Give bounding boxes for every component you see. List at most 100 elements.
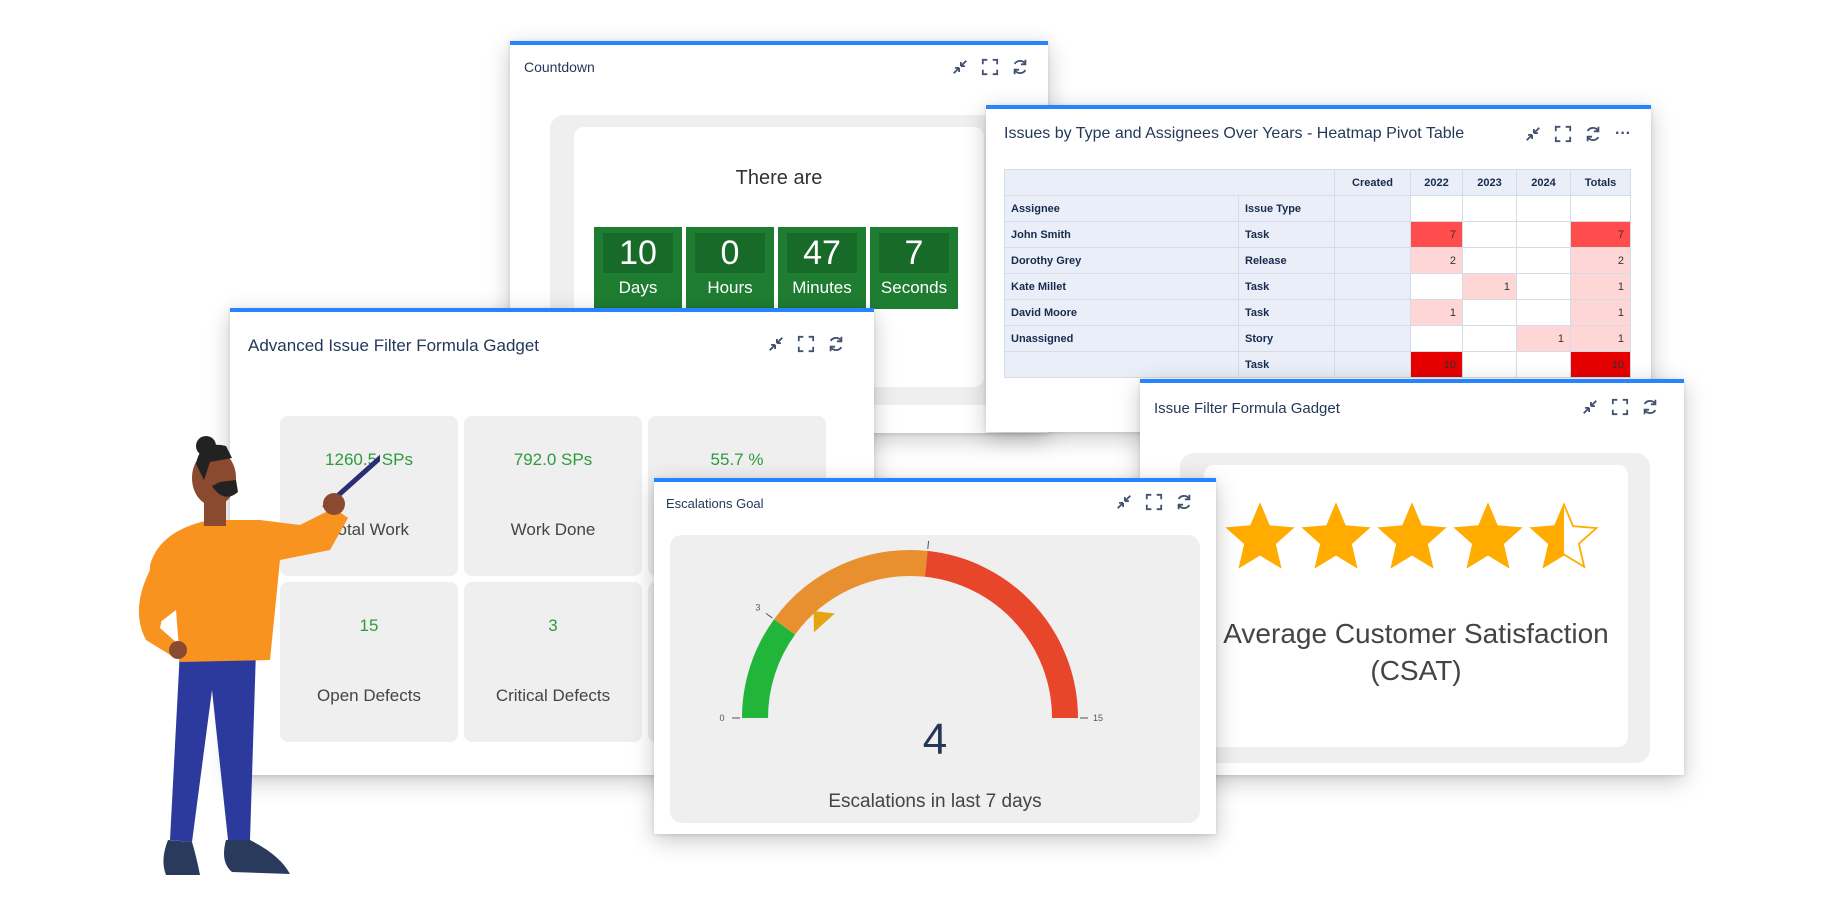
cell-year-count [1410, 325, 1463, 352]
countdown-unit: Days [618, 278, 658, 297]
cell-total: 7 [1570, 221, 1631, 248]
gauge-tick-label: 3 [755, 602, 760, 612]
cell-total: 10 [1570, 351, 1631, 378]
refresh-icon[interactable] [1640, 397, 1660, 417]
header-assignee: Assignee [1004, 195, 1239, 222]
fullscreen-icon[interactable] [1144, 492, 1164, 512]
gadget-title: Issue Filter Formula Gadget [1154, 400, 1340, 417]
csat-caption: Average Customer Satisfaction (CSAT) [1204, 615, 1628, 689]
csat-line-1: Average Customer Satisfaction [1223, 618, 1609, 649]
star-icon [1529, 502, 1599, 569]
fullscreen-icon[interactable] [1610, 397, 1630, 417]
countdown-lead: There are [735, 167, 823, 189]
cell-issue-type: Task [1238, 299, 1335, 326]
gadget-title: Advanced Issue Filter Formula Gadget [248, 336, 540, 355]
header-issue-type: Issue Type [1238, 195, 1335, 222]
countdown-unit: Minutes [792, 278, 852, 297]
gauge-tick-mark [927, 540, 930, 549]
gauge-tick-mark [765, 612, 773, 619]
cell-year-count [1516, 221, 1571, 248]
refresh-icon[interactable] [1010, 57, 1030, 77]
gauge-band-red [924, 550, 1078, 719]
refresh-icon[interactable] [1583, 124, 1603, 144]
cell-year-count: 2 [1410, 247, 1463, 274]
cell-issue-type: Story [1238, 325, 1335, 352]
cell-year-count [1462, 221, 1517, 248]
cell-total: 2 [1570, 247, 1631, 274]
tile-critical-defects: 3 Critical Defects [464, 582, 642, 742]
cell-year-count [1516, 247, 1571, 274]
countdown-boxes: 10 Days 0 Hours 47 Minutes 7 Seconds [594, 227, 958, 309]
tile-value: 55.7 % [710, 450, 764, 469]
pivot-spacer [1334, 195, 1411, 222]
cell-year-count [1462, 325, 1517, 352]
gauge-band-orange [774, 550, 928, 635]
gauge-band-green [742, 619, 796, 719]
cell-issue-type: Release [1238, 247, 1335, 274]
gauge-tick-label: 8 [927, 535, 932, 536]
pivot-corner [1004, 169, 1335, 196]
escalations-goal-gadget: Escalations Goal 03815 4 Escalations in … [654, 478, 1216, 834]
cell-spacer [1334, 351, 1411, 378]
cell-assignee: John Smith [1004, 221, 1239, 248]
table-row: John Smith Task 7 7 [1004, 221, 1631, 248]
issue-filter-formula-gadget: Issue Filter Formula Gadget Average Cust… [1140, 379, 1684, 775]
fullscreen-icon[interactable] [1553, 124, 1573, 144]
cell-year-count: 1 [1516, 325, 1571, 352]
cell-year-count [1516, 273, 1571, 300]
cell-spacer [1334, 247, 1411, 274]
cell-year-count: 1 [1462, 273, 1517, 300]
table-row: David Moore Task 1 1 [1004, 299, 1631, 326]
tile-label: Work Done [510, 520, 596, 539]
table-row: Dorothy Grey Release 2 2 [1004, 247, 1631, 274]
tile-label: Critical Defects [495, 686, 611, 705]
collapse-icon[interactable] [950, 57, 970, 77]
collapse-icon[interactable] [1580, 397, 1600, 417]
collapse-icon[interactable] [766, 334, 786, 354]
countdown-minutes: 47 Minutes [778, 227, 866, 309]
cell-year-count [1516, 299, 1571, 326]
gadget-title: Escalations Goal [666, 496, 764, 511]
fullscreen-icon[interactable] [796, 334, 816, 354]
countdown-value: 47 [787, 233, 857, 273]
pivot-spacer [1516, 195, 1571, 222]
countdown-days: 10 Days [594, 227, 682, 309]
tile-work-done: 792.0 SPs Work Done [464, 416, 642, 576]
table-row: Kate Millet Task 1 1 [1004, 273, 1631, 300]
countdown-seconds: 7 Seconds [870, 227, 958, 309]
cell-year-count [1462, 247, 1517, 274]
presenter-illustration [138, 436, 380, 875]
cell-spacer [1334, 221, 1411, 248]
tile-value: 3 [548, 616, 558, 635]
refresh-icon[interactable] [1174, 492, 1194, 512]
cell-year-count [1462, 351, 1517, 378]
csat-line-2: (CSAT) [1370, 655, 1462, 686]
cell-year-count [1516, 351, 1571, 378]
more-icon[interactable]: ··· [1613, 124, 1633, 144]
cell-assignee: Kate Millet [1004, 273, 1239, 300]
pivot-spacer [1410, 195, 1463, 222]
gauge-background: 03815 4 Escalations in last 7 days [670, 535, 1200, 823]
collapse-icon[interactable] [1114, 492, 1134, 512]
fullscreen-icon[interactable] [980, 57, 1000, 77]
cell-spacer [1334, 299, 1411, 326]
cell-year-count: 10 [1410, 351, 1463, 378]
countdown-value: 0 [695, 233, 765, 273]
star-icon [1453, 502, 1523, 569]
cell-issue-type: Task [1238, 221, 1335, 248]
refresh-icon[interactable] [826, 334, 846, 354]
cell-assignee [1004, 351, 1239, 378]
cell-year-count [1410, 273, 1463, 300]
cell-total: 1 [1570, 273, 1631, 300]
gadget-title: Issues by Type and Assignees Over Years … [1004, 125, 1465, 142]
cell-assignee: Unassigned [1004, 325, 1239, 352]
pivot-spacer [1462, 195, 1517, 222]
cell-assignee: David Moore [1004, 299, 1239, 326]
collapse-icon[interactable] [1523, 124, 1543, 144]
gauge-value: 4 [922, 715, 948, 764]
gauge-chart: 03815 [719, 535, 1103, 723]
gadget-title: Countdown [524, 59, 595, 75]
star-rating [1224, 501, 1600, 573]
star-icon [1301, 502, 1371, 569]
countdown-hours: 0 Hours [686, 227, 774, 309]
